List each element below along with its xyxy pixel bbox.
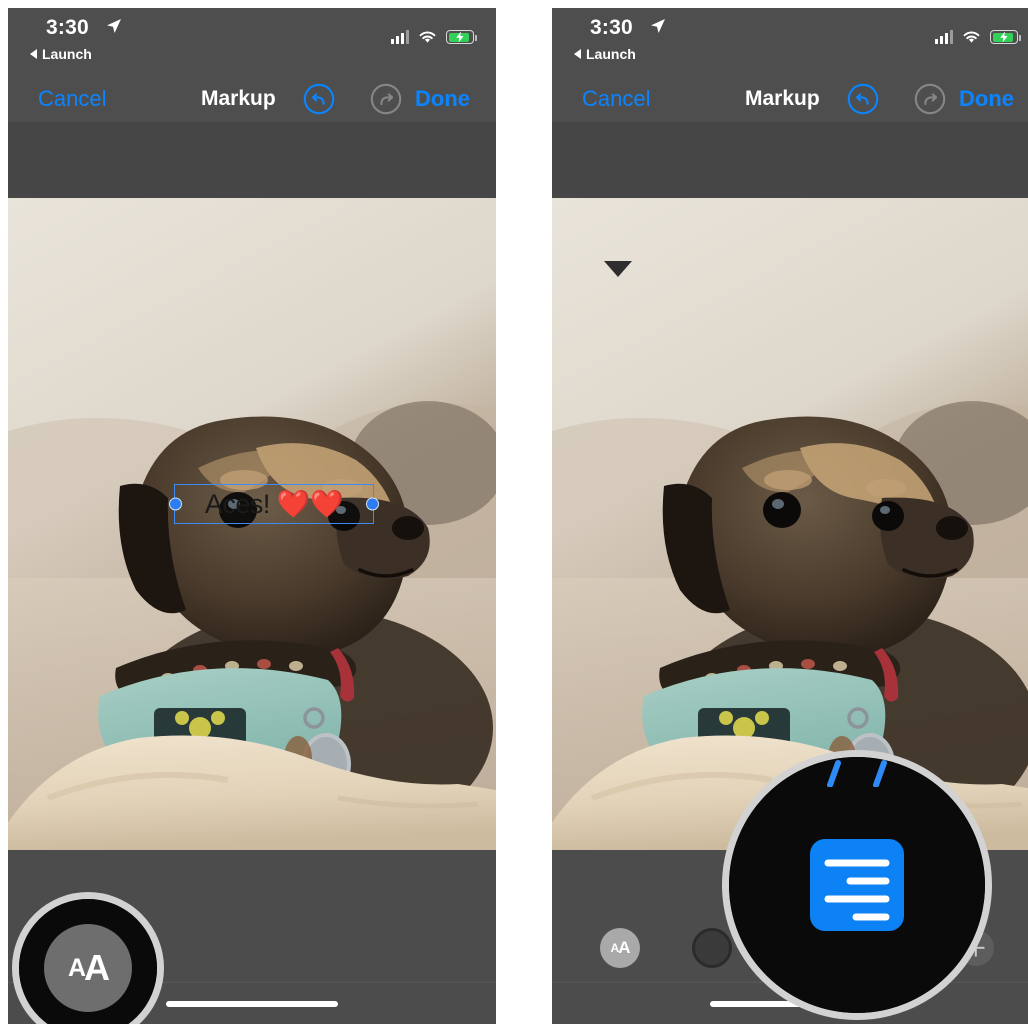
cancel-button[interactable]: Cancel [38, 86, 106, 112]
done-button[interactable]: Done [959, 86, 1014, 112]
battery-charging-icon [990, 30, 1021, 44]
phone-screenshot-left: 3:30 Launch Cancel Markup Done Aces! ❤️❤… [8, 8, 496, 1024]
dog-photo [8, 198, 496, 850]
redo-circle-icon [370, 83, 402, 115]
text-overlay-box[interactable]: Aces! ❤️❤️ [169, 484, 379, 524]
wifi-icon [419, 31, 436, 43]
aa-small-letter: A [67, 953, 86, 982]
popup-arrow [604, 261, 632, 277]
redo-circle-icon [914, 83, 946, 115]
cancel-button[interactable]: Cancel [582, 86, 650, 112]
heart-emoji-group: ❤️❤️ [276, 489, 344, 519]
status-time: 3:30 [590, 16, 633, 39]
magnifier-callout-alignment-button [722, 750, 992, 1020]
back-label: Launch [42, 46, 92, 62]
status-bar: 3:30 Launch [8, 8, 496, 76]
back-to-launch-button[interactable]: Launch [574, 46, 636, 62]
photo-canvas[interactable]: Aces! ❤️❤️ [552, 198, 1028, 850]
screenshot-stage: 3:30 Launch Cancel Markup Done Aces! ❤️❤… [0, 0, 1028, 1032]
aa-small-letter: A [610, 941, 620, 955]
undo-circle-icon[interactable] [303, 83, 335, 115]
opacity-style-button[interactable] [692, 928, 732, 968]
back-to-launch-button[interactable]: Launch [30, 46, 92, 62]
page-title: Markup [745, 87, 820, 110]
editor-backdrop [552, 122, 1028, 198]
home-indicator[interactable] [166, 1001, 338, 1007]
aa-large-letter: A [618, 938, 630, 957]
location-arrow-icon [107, 19, 121, 33]
location-arrow-icon [651, 19, 665, 33]
text-overlay-line: Aces! [204, 488, 271, 519]
battery-charging-icon [446, 30, 477, 44]
cellular-bars-icon [391, 30, 409, 44]
dog-photo [552, 198, 1028, 850]
editor-backdrop [8, 122, 496, 198]
align-right-icon [824, 859, 890, 921]
back-triangle-icon [574, 49, 581, 59]
back-triangle-icon [30, 49, 37, 59]
status-time: 3:30 [46, 16, 89, 39]
status-bar: 3:30 Launch [552, 8, 1028, 76]
cellular-bars-icon [935, 30, 953, 44]
undo-circle-icon[interactable] [847, 83, 879, 115]
align-left-icon-partial [827, 760, 887, 787]
aa-text-style-button[interactable]: AA [600, 928, 640, 968]
wifi-icon [963, 31, 980, 43]
navigation-bar: Cancel Markup Done [8, 76, 496, 122]
aa-text-style-button-magnified[interactable]: AA [44, 924, 132, 1012]
text-alignment-button-magnified[interactable] [810, 839, 904, 931]
status-indicators [391, 30, 477, 44]
aa-large-letter: A [84, 947, 110, 988]
status-indicators [935, 30, 1021, 44]
photo-canvas[interactable]: Aces! ❤️❤️ [8, 198, 496, 850]
page-title: Markup [201, 87, 276, 110]
back-label: Launch [586, 46, 636, 62]
magnifier-callout-aa-button: AA [12, 892, 164, 1024]
done-button[interactable]: Done [415, 86, 470, 112]
navigation-bar: Cancel Markup Done [552, 76, 1028, 122]
text-overlay-content: Aces! ❤️❤️ [175, 485, 373, 523]
